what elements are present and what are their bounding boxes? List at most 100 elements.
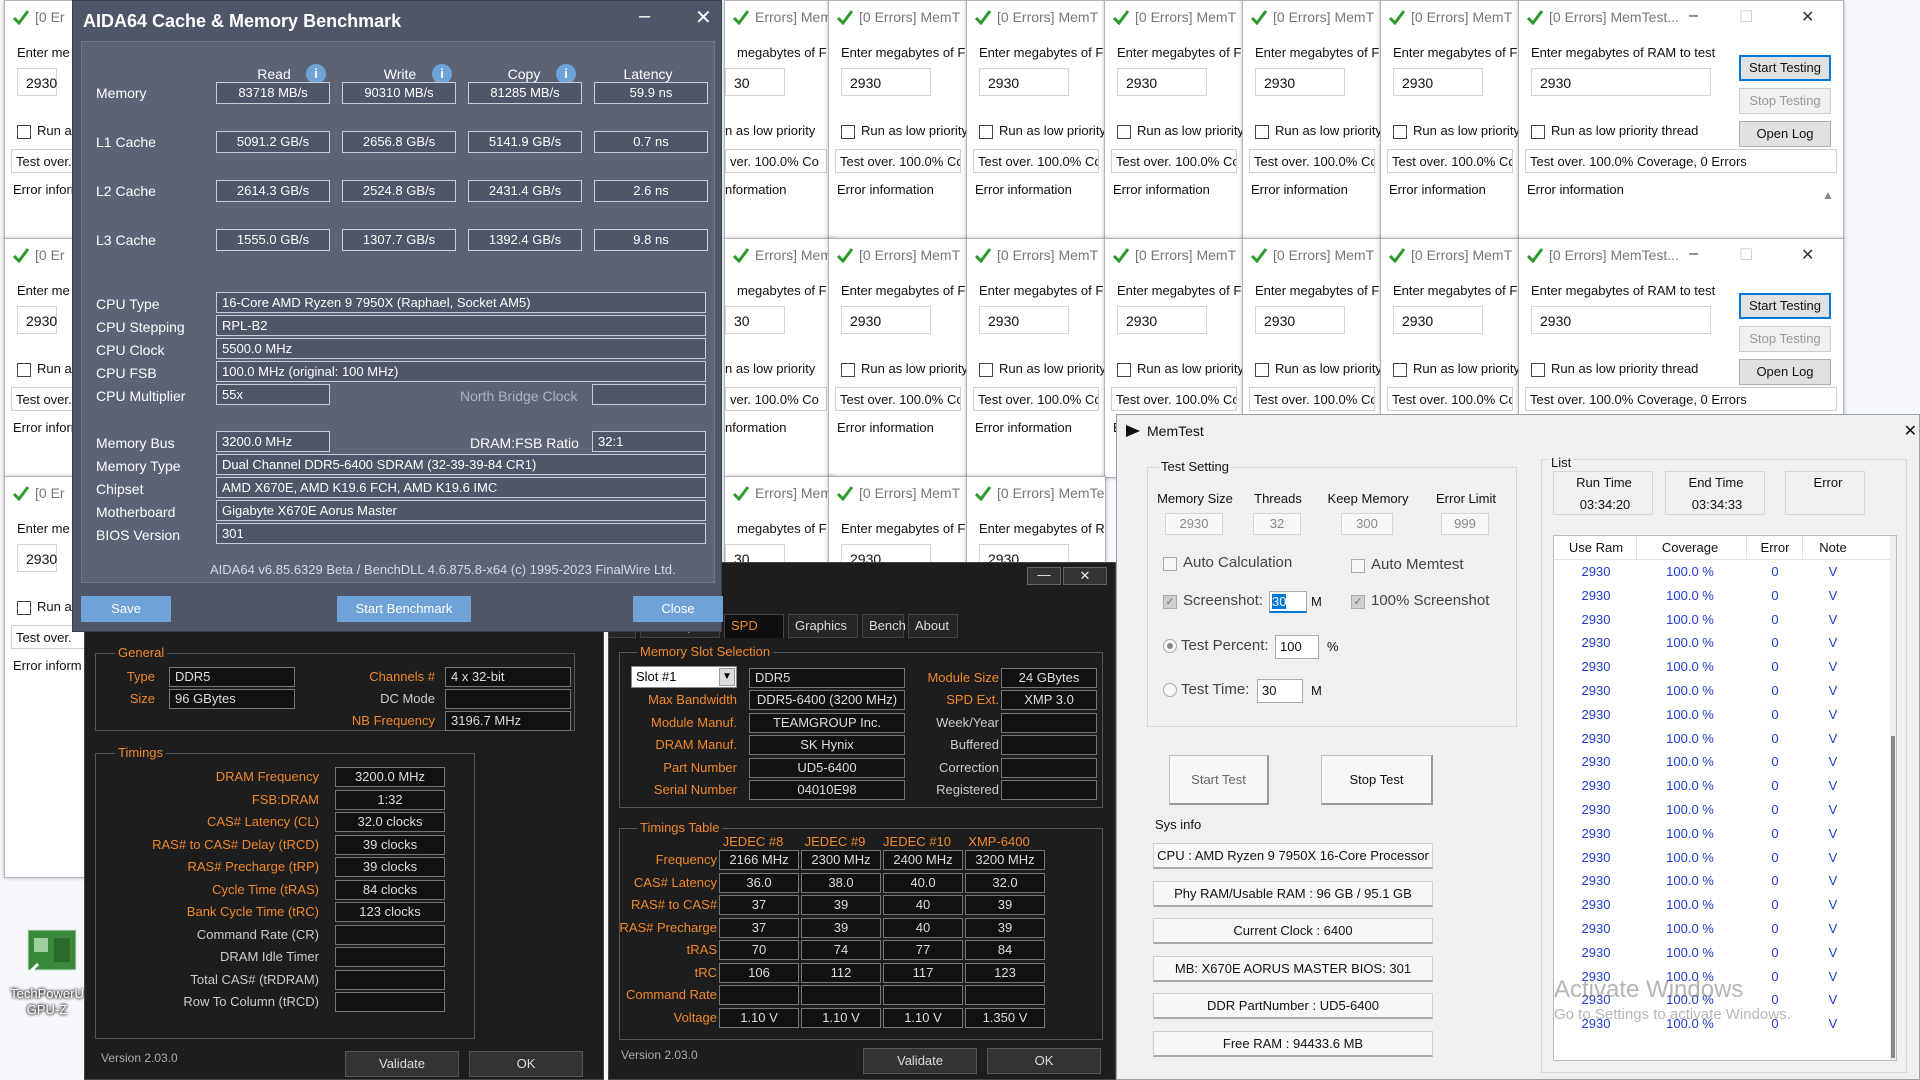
minimize-icon[interactable]: –: [639, 5, 650, 28]
ram-amount-input[interactable]: 2930: [1117, 306, 1207, 334]
low-priority-checkbox[interactable]: [1531, 363, 1545, 377]
screenshot-checkbox[interactable]: ✓: [1163, 595, 1177, 609]
low-priority-checkbox[interactable]: [841, 125, 855, 139]
low-priority-checkbox[interactable]: [1117, 363, 1131, 377]
minimize-icon[interactable]: –: [1689, 7, 1698, 25]
list-row[interactable]: 2930 100.0 % 0 V: [1554, 633, 1892, 653]
low-priority-checkbox[interactable]: [1117, 125, 1131, 139]
test-time-radio[interactable]: [1163, 683, 1177, 697]
open-log-button[interactable]: Open Log: [1739, 359, 1831, 385]
ram-amount-input[interactable]: 2930: [1255, 306, 1345, 334]
list-row[interactable]: 2930 100.0 % 0 V: [1554, 729, 1892, 749]
list-row[interactable]: 2930 100.0 % 0 V: [1554, 776, 1892, 796]
screenshot-input[interactable]: 30: [1269, 591, 1307, 613]
close-icon[interactable]: ✕: [695, 5, 712, 30]
ram-amount-input[interactable]: 2930: [1117, 68, 1207, 96]
low-priority-checkbox[interactable]: [17, 125, 31, 139]
ram-amount-input[interactable]: 2930: [979, 68, 1069, 96]
slot-select[interactable]: Slot #1 ▼: [631, 666, 737, 688]
start-testing-button[interactable]: Start Testing: [1739, 55, 1831, 81]
validate-button[interactable]: Validate: [345, 1051, 459, 1077]
ram-amount-input[interactable]: 2930: [841, 306, 931, 334]
close-button[interactable]: ✕: [1063, 567, 1107, 585]
close-icon[interactable]: ✕: [1801, 245, 1814, 265]
stop-test-button[interactable]: Stop Test: [1321, 755, 1433, 805]
scrollbar-thumb[interactable]: [1891, 736, 1895, 1058]
auto-memtest-checkbox[interactable]: [1351, 559, 1365, 573]
gpuz-desktop-icon[interactable]: TechPowerU GPU-Z: [4, 920, 90, 1030]
ram-amount-input[interactable]: 2930: [1393, 68, 1483, 96]
auto-calculation-checkbox[interactable]: [1163, 557, 1177, 571]
list-row[interactable]: 2930 100.0 % 0 V: [1554, 943, 1892, 963]
ram-amount-input[interactable]: 2930: [17, 306, 57, 334]
stop-testing-button[interactable]: Stop Testing: [1739, 88, 1831, 114]
minimize-icon[interactable]: –: [1689, 245, 1698, 263]
low-priority-checkbox[interactable]: [979, 125, 993, 139]
test-percent-input[interactable]: 100: [1275, 635, 1319, 659]
tab-bench[interactable]: Bench: [862, 614, 906, 638]
info-icon[interactable]: i: [306, 64, 326, 84]
list-row[interactable]: 2930 100.0 % 0 V: [1554, 562, 1892, 582]
low-priority-checkbox[interactable]: [17, 601, 31, 615]
tab-spd[interactable]: SPD: [724, 614, 784, 638]
list-row[interactable]: 2930 100.0 % 0 V: [1554, 752, 1892, 772]
threads-input[interactable]: 32: [1253, 513, 1301, 535]
full-screenshot-checkbox[interactable]: ✓: [1351, 595, 1365, 609]
validate-button[interactable]: Validate: [863, 1048, 977, 1074]
error-limit-input[interactable]: 999: [1441, 513, 1489, 535]
low-priority-checkbox[interactable]: [17, 363, 31, 377]
tab-graphics[interactable]: Graphics: [788, 614, 858, 638]
ram-amount-input[interactable]: 2930: [1255, 68, 1345, 96]
ram-amount-input[interactable]: 2930: [1393, 306, 1483, 334]
info-icon[interactable]: i: [432, 64, 452, 84]
ram-amount-input[interactable]: 2930: [1531, 68, 1711, 96]
ram-amount-input[interactable]: 2930: [841, 68, 931, 96]
ram-amount-input[interactable]: 2930: [17, 68, 57, 96]
list-row[interactable]: 2930 100.0 % 0 V: [1554, 657, 1892, 677]
list-row[interactable]: 2930 100.0 % 0 V: [1554, 610, 1892, 630]
maximize-icon[interactable]: ☐: [1739, 245, 1753, 265]
info-icon[interactable]: i: [556, 64, 576, 84]
minimize-button[interactable]: —: [1027, 567, 1061, 585]
ram-amount-input[interactable]: 30: [725, 68, 785, 96]
test-percent-radio[interactable]: [1163, 639, 1177, 653]
list-row[interactable]: 2930 100.0 % 0 V: [1554, 871, 1892, 891]
start-benchmark-button[interactable]: Start Benchmark: [337, 596, 471, 622]
start-testing-button[interactable]: Start Testing: [1739, 293, 1831, 319]
list-scrollbar[interactable]: [1890, 536, 1896, 1060]
maximize-icon[interactable]: ☐: [1739, 7, 1753, 27]
list-row[interactable]: 2930 100.0 % 0 V: [1554, 848, 1892, 868]
scroll-up-icon[interactable]: ▲: [1822, 188, 1834, 202]
list-row[interactable]: 2930 100.0 % 0 V: [1554, 824, 1892, 844]
test-time-input[interactable]: 30: [1257, 679, 1303, 703]
list-row[interactable]: 2930 100.0 % 0 V: [1554, 681, 1892, 701]
low-priority-checkbox[interactable]: [841, 363, 855, 377]
close-button[interactable]: Close: [633, 596, 723, 622]
keep-memory-input[interactable]: 300: [1341, 513, 1393, 535]
list-row[interactable]: 2930 100.0 % 0 V: [1554, 919, 1892, 939]
low-priority-checkbox[interactable]: [1255, 363, 1269, 377]
low-priority-checkbox[interactable]: [1393, 363, 1407, 377]
memory-size-input[interactable]: 2930: [1165, 513, 1223, 535]
low-priority-checkbox[interactable]: [979, 363, 993, 377]
list-row[interactable]: 2930 100.0 % 0 V: [1554, 800, 1892, 820]
start-test-button[interactable]: Start Test: [1169, 755, 1269, 805]
low-priority-checkbox[interactable]: [1531, 125, 1545, 139]
list-row[interactable]: 2930 100.0 % 0 V: [1554, 586, 1892, 606]
ram-amount-input[interactable]: 2930: [1531, 306, 1711, 334]
ok-button[interactable]: OK: [469, 1051, 583, 1077]
tab-about[interactable]: About: [908, 614, 958, 638]
save-button[interactable]: Save: [81, 596, 171, 622]
list-row[interactable]: 2930 100.0 % 0 V: [1554, 895, 1892, 915]
list-row[interactable]: 2930 100.0 % 0 V: [1554, 705, 1892, 725]
ram-amount-input[interactable]: 2930: [979, 306, 1069, 334]
stop-testing-button[interactable]: Stop Testing: [1739, 326, 1831, 352]
low-priority-checkbox[interactable]: [1255, 125, 1269, 139]
low-priority-checkbox[interactable]: [1393, 125, 1407, 139]
ok-button[interactable]: OK: [987, 1048, 1101, 1074]
close-icon[interactable]: ✕: [1801, 7, 1814, 27]
close-icon[interactable]: ✕: [1904, 421, 1917, 441]
ram-amount-input[interactable]: 2930: [17, 544, 57, 572]
open-log-button[interactable]: Open Log: [1739, 121, 1831, 147]
ram-amount-input[interactable]: 30: [725, 306, 785, 334]
